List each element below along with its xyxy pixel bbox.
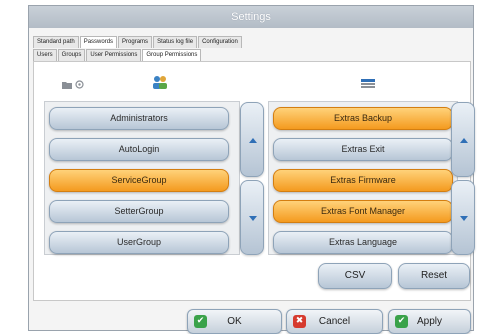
key-icon[interactable] — [75, 80, 84, 89]
tab-passwords[interactable]: Passwords — [79, 36, 118, 48]
tab-group-permissions[interactable]: Group Permissions — [142, 49, 202, 61]
users-group-icon — [153, 76, 167, 89]
tab-status-log-file[interactable]: Status log file — [153, 36, 198, 48]
cancel-button[interactable]: ✖ Cancel — [286, 309, 383, 334]
list-item-settergroup[interactable]: SetterGroup — [49, 200, 229, 223]
tab-configuration[interactable]: Configuration — [198, 36, 242, 48]
chevron-up-icon — [460, 138, 468, 143]
list-item-usergroup[interactable]: UserGroup — [49, 231, 229, 254]
list-item-extras-exit[interactable]: Extras Exit — [273, 138, 453, 161]
list-item-extras-firmware[interactable]: Extras Firmware — [273, 169, 453, 192]
ok-button-label: OK — [227, 316, 242, 327]
tab-groups[interactable]: Groups — [57, 49, 86, 61]
groups-list[interactable]: Administrators AutoLogin ServiceGroup Se… — [44, 101, 240, 255]
list-item-extras-font-manager[interactable]: Extras Font Manager — [273, 200, 453, 223]
groups-scroll-down-button[interactable] — [240, 180, 264, 255]
reset-button[interactable]: Reset — [398, 263, 470, 289]
main-tabs: Standard path Passwords Programs Status … — [33, 36, 243, 48]
chevron-down-icon — [249, 216, 257, 221]
list-item-administrators[interactable]: Administrators — [49, 107, 229, 130]
settings-dialog: Settings Standard path Passwords Program… — [28, 5, 475, 334]
cancel-button-label: Cancel — [318, 316, 351, 327]
group-permissions-panel: Administrators AutoLogin ServiceGroup Se… — [33, 61, 475, 301]
chevron-down-icon — [460, 216, 468, 221]
groups-scroll-up-button[interactable] — [240, 102, 264, 177]
csv-button[interactable]: CSV — [318, 263, 392, 289]
chevron-up-icon — [249, 138, 257, 143]
window-title: Settings — [29, 6, 473, 28]
folder-icon[interactable] — [62, 80, 72, 89]
permissions-list[interactable]: Extras Backup Extras Exit Extras Firmwar… — [268, 101, 458, 255]
tab-users[interactable]: Users — [33, 49, 57, 61]
permissions-scroll-down-button[interactable] — [451, 180, 475, 255]
tab-standard-path[interactable]: Standard path — [33, 36, 79, 48]
tab-programs[interactable]: Programs — [118, 36, 153, 48]
list-item-autologin[interactable]: AutoLogin — [49, 138, 229, 161]
list-item-extras-language[interactable]: Extras Language — [273, 231, 453, 254]
list-item-extras-backup[interactable]: Extras Backup — [273, 107, 453, 130]
apply-button[interactable]: ✔ Apply — [388, 309, 471, 334]
ok-button[interactable]: ✔ OK — [187, 309, 282, 334]
tab-user-permissions[interactable]: User Permissions — [86, 49, 142, 61]
permissions-icon — [361, 79, 375, 88]
permissions-scroll-up-button[interactable] — [451, 102, 475, 177]
list-item-servicegroup[interactable]: ServiceGroup — [49, 169, 229, 192]
apply-button-label: Apply — [416, 316, 442, 327]
sub-tabs: Users Groups User Permissions Group Perm… — [33, 49, 202, 61]
